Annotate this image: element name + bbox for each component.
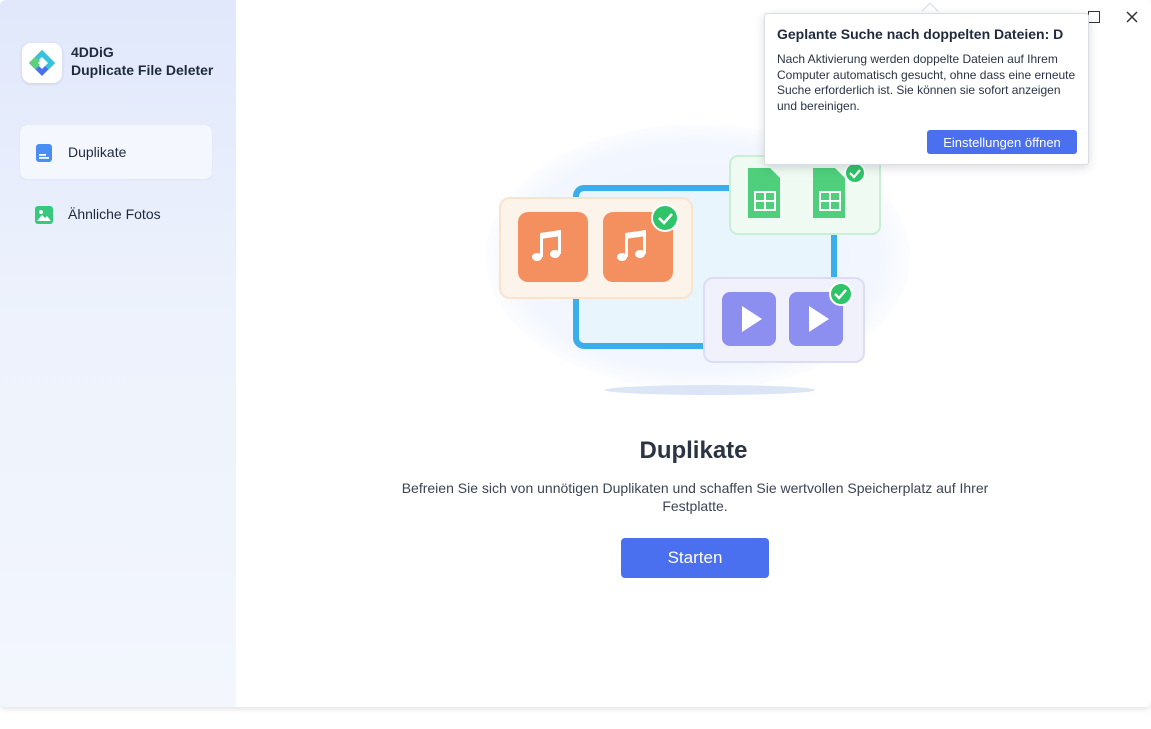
sidebar-item-label: Duplikate <box>68 144 127 160</box>
sidebar-item-aehnliche-fotos[interactable]: Ähnliche Fotos <box>20 187 212 241</box>
document-icon <box>36 144 52 162</box>
maximize-icon[interactable] <box>1088 11 1100 23</box>
sidebar-item-label: Ähnliche Fotos <box>68 206 161 222</box>
close-icon[interactable] <box>1124 9 1140 25</box>
scheduled-scan-popup: Geplante Suche nach doppelten Dateien: D… <box>764 13 1089 165</box>
image-icon <box>35 206 53 224</box>
duplicates-illustration <box>499 155 881 395</box>
popup-body: Nach Aktivierung werden doppelte Dateien… <box>777 52 1076 113</box>
popup-title: Geplante Suche nach doppelten Dateien: D <box>777 26 1064 42</box>
page-title: Duplikate <box>639 437 748 464</box>
sidebar: 4DDiG Duplicate File Deleter Duplikate Ä… <box>0 0 236 707</box>
open-settings-button[interactable]: Einstellungen öffnen <box>927 130 1077 154</box>
app-logo <box>22 43 62 83</box>
app-window: 4DDiG Duplicate File Deleter Duplikate Ä… <box>0 0 1151 707</box>
sidebar-item-duplikate[interactable]: Duplikate <box>20 125 212 179</box>
product-name: Duplicate File Deleter <box>71 62 214 78</box>
page-description: Befreien Sie sich von unnötigen Duplikat… <box>401 480 989 514</box>
brand-name: 4DDiG <box>71 44 114 60</box>
start-button[interactable]: Starten <box>621 538 769 578</box>
